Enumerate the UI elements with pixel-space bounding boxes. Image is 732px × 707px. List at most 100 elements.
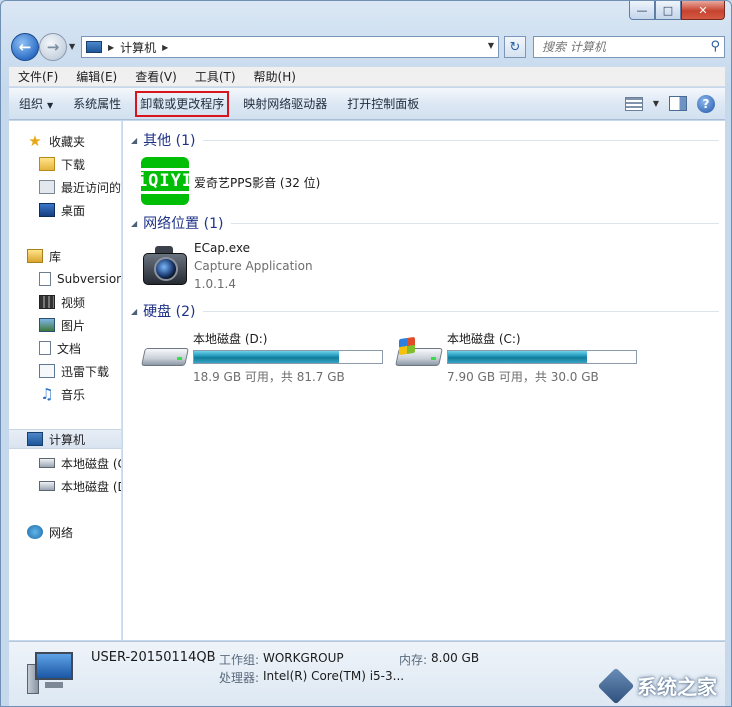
nav-videos[interactable]: 视频 xyxy=(39,292,85,312)
nav-desktop[interactable]: 桌面 xyxy=(39,200,85,220)
nav-music[interactable]: ♫ 音乐 xyxy=(39,384,85,404)
menu-help[interactable]: 帮助(H) xyxy=(245,68,305,85)
drive-name: 本地磁盘 (D:) xyxy=(193,332,268,346)
computer-icon xyxy=(27,652,77,698)
drive-usage-bar xyxy=(447,350,637,364)
view-options-chevron-icon[interactable]: ▼ xyxy=(653,99,659,108)
nav-drive-d[interactable]: 本地磁盘 (D xyxy=(39,476,121,496)
drive-info: 本地磁盘 (D:) 18.9 GB 可用，共 81.7 GB xyxy=(193,330,383,385)
group-title: 其他 (1) xyxy=(143,133,196,149)
drive-free-space: 18.9 GB 可用，共 81.7 GB xyxy=(193,370,345,384)
map-network-drive-button[interactable]: 映射网络驱动器 xyxy=(233,91,337,117)
item-name: ECap.exe xyxy=(194,241,251,255)
watermark-logo-icon xyxy=(597,667,635,704)
system-properties-button[interactable]: 系统属性 xyxy=(63,91,131,117)
drive-name: 本地磁盘 (C:) xyxy=(447,332,521,346)
refresh-icon: ↻ xyxy=(509,39,521,55)
item-drive-d[interactable]: 本地磁盘 (D:) 18.9 GB 可用，共 81.7 GB xyxy=(141,330,391,384)
nav-pictures[interactable]: 图片 xyxy=(39,315,85,335)
iqiyi-logo-text: iQIYI xyxy=(130,168,200,194)
breadcrumb-chevron-icon[interactable]: ▶ xyxy=(162,43,168,52)
drive-free-space: 7.90 GB 可用，共 30.0 GB xyxy=(447,370,599,384)
group-header-hard-disk[interactable]: ◢ 硬盘 (2) xyxy=(131,301,719,321)
nav-recent-places[interactable]: 最近访问的 xyxy=(39,177,121,197)
menu-file[interactable]: 文件(F) xyxy=(9,68,67,85)
iqiyi-icon: iQIYI xyxy=(130,157,200,207)
drive-usage-fill xyxy=(448,351,588,363)
caption-buttons: — □ ✕ xyxy=(629,1,725,20)
menu-bar: 文件(F) 编辑(E) 查看(V) 工具(T) 帮助(H) xyxy=(9,67,725,87)
folder-icon xyxy=(39,157,55,171)
search-input[interactable] xyxy=(540,39,700,55)
command-bar-icons: ▼ ? xyxy=(624,94,725,113)
open-control-panel-button[interactable]: 打开控制面板 xyxy=(337,91,429,117)
menu-edit[interactable]: 编辑(E) xyxy=(67,68,126,85)
item-drive-c[interactable]: 本地磁盘 (C:) 7.90 GB 可用，共 30.0 GB xyxy=(395,330,645,384)
drive-info: 本地磁盘 (C:) 7.90 GB 可用，共 30.0 GB xyxy=(447,330,637,385)
hard-drive-icon xyxy=(141,338,189,372)
nav-label: 图片 xyxy=(61,318,86,333)
forward-button[interactable]: → xyxy=(39,33,67,61)
maximize-button[interactable]: □ xyxy=(655,1,681,20)
item-iqiyi[interactable]: iQIYI 爱奇艺PPS影音 (32 位) xyxy=(130,157,320,207)
collapse-triangle-icon[interactable]: ◢ xyxy=(131,307,137,316)
memory-label: 内存: xyxy=(399,653,428,667)
nav-libraries[interactable]: 库 xyxy=(27,246,61,266)
network-icon xyxy=(27,525,43,539)
item-ecap[interactable]: ECap.exe Capture Application 1.0.1.4 xyxy=(141,241,313,291)
arrow-right-icon: → xyxy=(46,38,60,56)
collapse-triangle-icon[interactable]: ◢ xyxy=(131,219,137,228)
address-dropdown-icon[interactable]: ▼ xyxy=(488,41,494,50)
menu-view[interactable]: 查看(V) xyxy=(126,68,186,85)
nav-computer[interactable]: 计算机 xyxy=(9,429,121,449)
iqiyi-logo: iQIYI xyxy=(130,157,200,205)
nav-label: 库 xyxy=(49,249,62,264)
nav-drive-c[interactable]: 本地磁盘 (C xyxy=(39,453,121,473)
breadcrumb-chevron-icon[interactable]: ▶ xyxy=(108,43,114,52)
preview-pane-icon[interactable] xyxy=(669,96,687,111)
computer-name: USER-20150114QB xyxy=(91,650,216,665)
minimize-button[interactable]: — xyxy=(629,1,655,20)
uninstall-program-button[interactable]: 卸载或更改程序 xyxy=(135,90,230,117)
camera-icon xyxy=(141,241,191,291)
workgroup-label: 工作组: xyxy=(219,653,260,667)
recent-pages-dropdown[interactable]: ▼ xyxy=(69,42,75,51)
command-bar: 组织 ▼ 系统属性 卸载或更改程序 映射网络驱动器 打开控制面板 ▼ ? xyxy=(9,88,725,120)
camera-graphic xyxy=(141,241,189,289)
search-box[interactable]: ⚲ xyxy=(533,36,725,58)
nav-documents[interactable]: 文档 xyxy=(39,338,81,358)
organize-button[interactable]: 组织 ▼ xyxy=(9,91,63,117)
change-view-icon[interactable] xyxy=(624,96,643,111)
back-button[interactable]: ← xyxy=(11,33,39,61)
nav-subversion[interactable]: Subversion xyxy=(39,269,121,289)
nav-label: 视频 xyxy=(61,295,86,310)
nav-label: 计算机 xyxy=(49,432,86,447)
explorer-window: — □ ✕ ← → ▼ ▶ 计算机 ▶ ▼ ↻ ⚲ 文件(F) 编辑(E) 查看… xyxy=(0,0,732,707)
close-button[interactable]: ✕ xyxy=(681,1,725,20)
nav-favorites[interactable]: ★ 收藏夹 xyxy=(27,131,85,151)
group-header-other[interactable]: ◢ 其他 (1) xyxy=(131,130,719,150)
menu-tools[interactable]: 工具(T) xyxy=(186,68,245,85)
nav-label: 迅雷下载 xyxy=(61,364,110,379)
details-pane: USER-20150114QB 工作组: WORKGROUP 内存: 8.00 … xyxy=(9,641,725,706)
search-icon[interactable]: ⚲ xyxy=(710,39,720,54)
download-icon xyxy=(39,364,55,378)
group-header-network-location[interactable]: ◢ 网络位置 (1) xyxy=(131,213,719,233)
group-divider xyxy=(231,222,719,224)
address-bar[interactable]: ▶ 计算机 ▶ ▼ xyxy=(81,36,499,58)
group-divider xyxy=(203,310,719,312)
windows-drive-icon xyxy=(39,458,55,468)
nav-network[interactable]: 网络 xyxy=(27,522,73,542)
refresh-button[interactable]: ↻ xyxy=(504,36,526,58)
computer-icon xyxy=(27,432,43,446)
processor-label: 处理器: xyxy=(219,671,260,685)
navigation-pane: ★ 收藏夹 下载 最近访问的 桌面 库 Subversion 视频 图片 文档 迅… xyxy=(9,121,122,640)
nav-downloads[interactable]: 下载 xyxy=(39,154,85,174)
nav-xunlei-downloads[interactable]: 迅雷下载 xyxy=(39,361,109,381)
processor-value: Intel(R) Core(TM) i5-3... xyxy=(263,669,405,683)
help-icon[interactable]: ? xyxy=(697,94,715,113)
collapse-triangle-icon[interactable]: ◢ xyxy=(131,136,137,145)
workgroup-value: WORKGROUP xyxy=(263,651,344,665)
nav-label: 网络 xyxy=(49,525,74,540)
breadcrumb-computer[interactable]: 计算机 xyxy=(120,39,156,56)
